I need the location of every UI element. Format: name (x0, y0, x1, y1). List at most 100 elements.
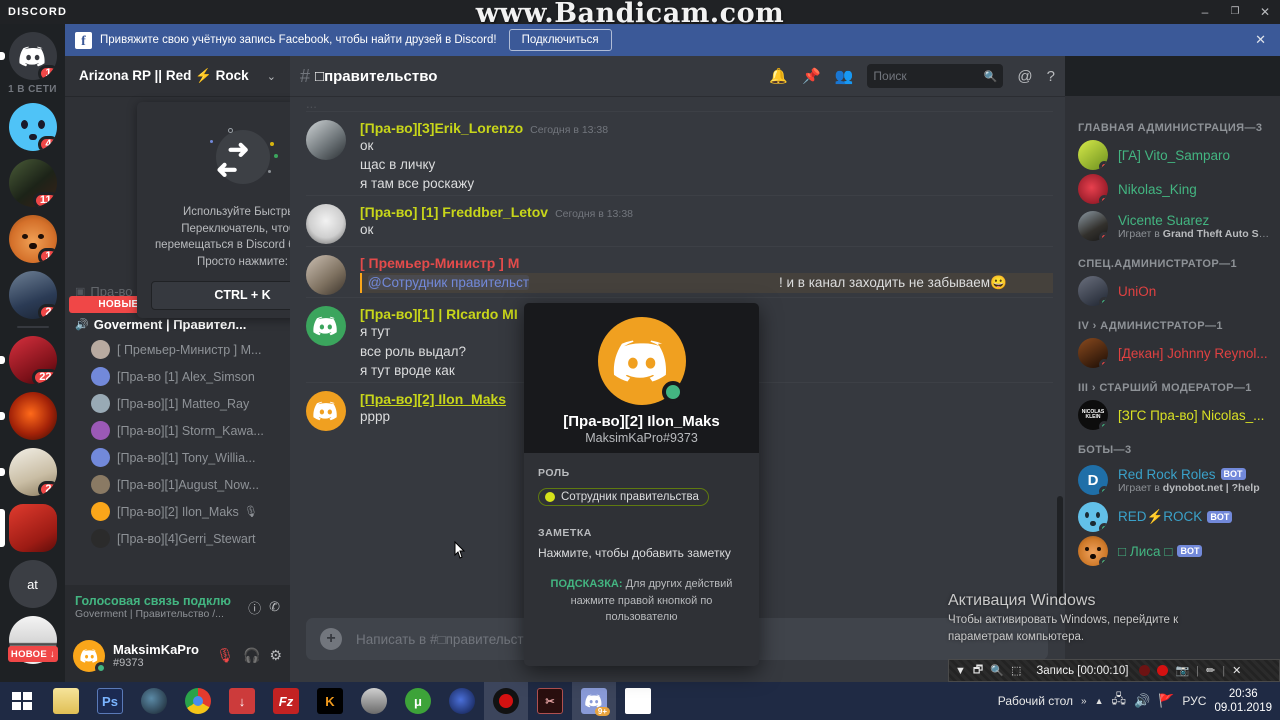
help-icon[interactable]: ? (1047, 68, 1055, 85)
server-item-5[interactable]: 22 (0, 336, 65, 384)
taskbar-app-download[interactable]: ↓ (220, 682, 264, 720)
server-icon-red-swirl[interactable] (8, 392, 57, 440)
overflow-icon[interactable]: » (1081, 696, 1087, 707)
zoom-icon[interactable]: 🔍 (990, 664, 1004, 677)
taskbar-app-klite[interactable]: K (308, 682, 352, 720)
taskbar-app-discord[interactable]: 9+ (572, 682, 616, 720)
avatar[interactable] (306, 306, 346, 347)
avatar[interactable] (306, 204, 346, 245)
mic-muted-icon[interactable]: 🎙 (216, 647, 234, 664)
taskbar-app-gimp[interactable] (352, 682, 396, 720)
attach-icon[interactable]: + (320, 628, 342, 650)
member-row[interactable]: Nikolas_King (1065, 172, 1280, 206)
new-items-badge[interactable]: НОВОЕ ↓ (8, 646, 58, 662)
member-row[interactable]: NICOLAS KLEIN [ЗГС Пра-во] Nicolas_... (1065, 398, 1280, 432)
message-author[interactable]: [Пра-во][1] | RIcardo MI (360, 306, 518, 322)
server-icon-red-anime[interactable]: 22 (8, 336, 57, 384)
note-input[interactable]: Нажмите, чтобы добавить заметку (538, 546, 745, 560)
taskbar-app-filezilla[interactable]: Fz (264, 682, 308, 720)
voice-member[interactable]: [Пра-во][1]August_Now... (65, 471, 290, 498)
server-item-6[interactable] (0, 392, 65, 440)
chevron-down-icon[interactable]: ▼ (955, 665, 966, 677)
flag-icon[interactable]: 🚩 (1158, 693, 1174, 709)
pin-icon[interactable]: 📌 (802, 67, 821, 85)
pause-icon[interactable] (1139, 665, 1151, 676)
taskbar-app-steam[interactable] (132, 682, 176, 720)
member-row[interactable]: RED⚡ROCK BOT (1065, 500, 1280, 534)
mentions-icon[interactable]: @ (1017, 68, 1032, 85)
gear-icon[interactable]: ⚙ (269, 647, 282, 664)
voice-member[interactable]: [Пра-во][1] Tony_Willia... (65, 444, 290, 471)
close-icon[interactable]: ✕ (1232, 664, 1241, 677)
server-item-9[interactable]: at (0, 560, 65, 608)
taskbar-app-utorrent[interactable]: μ (396, 682, 440, 720)
server-icon-person-photo[interactable]: 2 (8, 271, 57, 319)
minimize-button[interactable]: – (1190, 0, 1220, 24)
connect-button[interactable]: Подключиться (508, 29, 612, 51)
pen-icon[interactable]: ✏ (1206, 664, 1215, 677)
region-icon[interactable]: ⬚ (1011, 664, 1021, 677)
message-author[interactable]: [Пра-во][3]Erik_Lorenzo (360, 120, 523, 136)
member-row[interactable]: [ГА] Vito_Samparo (1065, 138, 1280, 172)
maximize-button[interactable]: ❐ (1220, 0, 1250, 24)
member-row[interactable]: [Декан] Johnny Reynol... (1065, 336, 1280, 370)
message-author[interactable]: [Пра-во] [1] Freddber_Letov (360, 204, 548, 220)
server-icon-fox[interactable]: 1 (8, 215, 57, 263)
voice-member[interactable]: [Пра-во][1] Storm_Kawa... (65, 417, 290, 444)
member-row[interactable]: UniOn (1065, 274, 1280, 308)
avatar[interactable] (306, 255, 346, 296)
show-hidden-icons[interactable]: ▲ (1095, 696, 1104, 706)
taskbar-app-bandicut[interactable]: ✂ (528, 682, 572, 720)
server-item-8[interactable] (0, 504, 65, 552)
server-icon-dark-photo[interactable]: 11 (8, 159, 57, 207)
server-item-home[interactable]: 1 (0, 32, 65, 80)
start-button[interactable] (0, 682, 44, 720)
close-icon[interactable]: ✕ (1255, 32, 1270, 48)
server-item-1[interactable]: 4 (0, 103, 65, 151)
server-item-7[interactable]: 2 (0, 448, 65, 496)
member-row[interactable]: Vicente Suarez Играет в Grand Theft Auto… (1065, 206, 1280, 246)
server-item-4[interactable]: 2 (0, 271, 65, 319)
camera-icon[interactable]: 📷 (1175, 664, 1189, 677)
server-item-2[interactable]: 11 (0, 159, 65, 207)
language-indicator[interactable]: РУС (1182, 694, 1206, 708)
chevron-down-icon[interactable]: ⌄ (267, 70, 276, 83)
search-input[interactable]: Поиск 🔍 (867, 64, 1004, 88)
voice-member[interactable]: [ Премьер-Министр ] M... (65, 336, 290, 363)
disconnect-icon[interactable]: ✆ (269, 599, 280, 615)
mention-tag[interactable]: @Сотрудник правительст (368, 275, 530, 291)
voice-member[interactable]: [Пра-во][4]Gerri_Stewart (65, 525, 290, 552)
avatar[interactable] (306, 120, 346, 160)
server-icon-home[interactable]: 1 (8, 32, 57, 80)
taskbar-app-document[interactable] (616, 682, 660, 720)
network-icon[interactable]: 🖧 (1112, 690, 1127, 712)
message-author[interactable]: [ Премьер-Министр ] M (360, 255, 519, 271)
message-author[interactable]: [Пра-во][2] Ilon_Maks (360, 391, 506, 407)
server-icon-at[interactable]: at (8, 560, 57, 608)
desktop-label[interactable]: Рабочий стол (998, 694, 1073, 708)
member-row[interactable]: □ Лиса □ BOT (1065, 534, 1280, 568)
role-chip[interactable]: Сотрудник правительства (538, 488, 709, 506)
avatar[interactable] (306, 390, 346, 431)
voice-member[interactable]: [Пра-во][1] Matteo_Ray (65, 390, 290, 417)
avatar[interactable] (73, 639, 107, 674)
server-icon-mlcon[interactable]: 2 (8, 448, 57, 496)
volume-icon[interactable]: 🔊 (1134, 693, 1150, 709)
server-icon-blue-face[interactable]: 4 (8, 103, 57, 151)
taskbar-app-explorer[interactable] (44, 682, 88, 720)
bell-icon[interactable]: 🔔 (769, 67, 788, 85)
members-icon[interactable]: 👥 (835, 67, 854, 85)
server-item-3[interactable]: 1 (0, 215, 65, 263)
taskbar-app-bandicam[interactable] (484, 682, 528, 720)
voice-member[interactable]: [Пра-во [1] Alex_Simson (65, 363, 290, 390)
window-icon[interactable]: 🗗 (973, 661, 983, 680)
taskbar-app-opera[interactable] (440, 682, 484, 720)
close-button[interactable]: ✕ (1250, 0, 1280, 24)
taskbar-app-photoshop[interactable]: Ps (88, 682, 132, 720)
voice-member[interactable]: [Пра-во][2] Ilon_Maks 🎙 (65, 498, 290, 525)
clock[interactable]: 20:36 09.01.2019 (1214, 687, 1272, 716)
server-icon-red-square[interactable] (8, 504, 57, 552)
member-row[interactable]: D Red Rock Roles BOT Играет в dynobot.net… (1065, 460, 1280, 500)
info-icon[interactable]: ⓘ (248, 598, 261, 617)
chat-scrollbar[interactable] (1057, 496, 1063, 601)
